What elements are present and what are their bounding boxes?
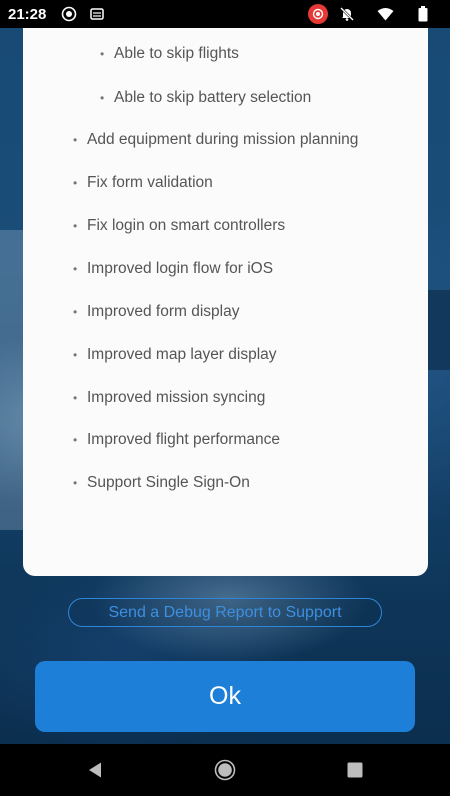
release-note-text: Add equipment during mission planning [87,131,359,148]
release-note-text: Fix form validation [87,174,213,191]
bullet-icon: • [73,348,78,362]
release-note-item: • Able to skip battery selection [23,86,311,110]
bullet-icon: • [73,476,78,490]
release-note-item: • Support Single Sign-On [23,471,250,495]
release-notes-card: • Able to skip flights • Able to skip ba… [23,28,428,576]
release-note-text: Support Single Sign-On [87,474,250,491]
bullet-icon: • [73,433,78,447]
release-note-text: Improved flight performance [87,431,280,448]
wifi-icon [376,6,394,22]
status-time: 21:28 [8,5,47,23]
notifications-off-icon [338,6,356,22]
release-note-item: • Improved mission syncing [23,386,265,410]
battery-icon [414,6,432,22]
release-note-item: • Able to skip flights [23,42,239,66]
screen-record-icon [308,4,328,24]
release-note-item: • Add equipment during mission planning [23,128,358,152]
release-note-item: • Improved flight performance [23,428,280,452]
release-note-item: • Improved map layer display [23,343,277,367]
release-note-text: Able to skip battery selection [114,89,312,106]
release-note-item: • Fix login on smart controllers [23,214,285,238]
release-note-text: Improved mission syncing [87,389,266,406]
status-bar: 21:28 [0,0,450,28]
sd-card-icon [88,6,106,22]
navigation-bar [0,744,450,796]
bullet-icon: • [73,305,78,319]
recents-icon[interactable] [343,758,367,782]
record-status-icon [60,6,78,22]
release-note-item: • Improved form display [23,300,239,324]
bullet-icon: • [100,47,105,61]
bullet-icon: • [73,176,78,190]
bullet-icon: • [73,262,78,276]
background-streak [0,230,24,530]
release-note-text: Able to skip flights [114,45,239,62]
release-note-item: • Fix form validation [23,171,213,195]
release-note-text: Improved form display [87,303,240,320]
send-debug-report-button[interactable]: Send a Debug Report to Support [68,598,382,627]
bullet-icon: • [73,133,78,147]
status-icons-right [308,4,442,24]
ok-button[interactable]: Ok [35,661,415,732]
release-note-item: • Improved login flow for iOS [23,257,273,281]
back-icon[interactable] [83,758,107,782]
background-shadow [428,290,450,370]
bullet-icon: • [73,391,78,405]
release-note-text: Improved map layer display [87,346,277,363]
release-note-text: Improved login flow for iOS [87,260,274,277]
bullet-icon: • [100,91,105,105]
home-icon[interactable] [213,758,237,782]
release-note-text: Fix login on smart controllers [87,217,286,234]
bullet-icon: • [73,219,78,233]
